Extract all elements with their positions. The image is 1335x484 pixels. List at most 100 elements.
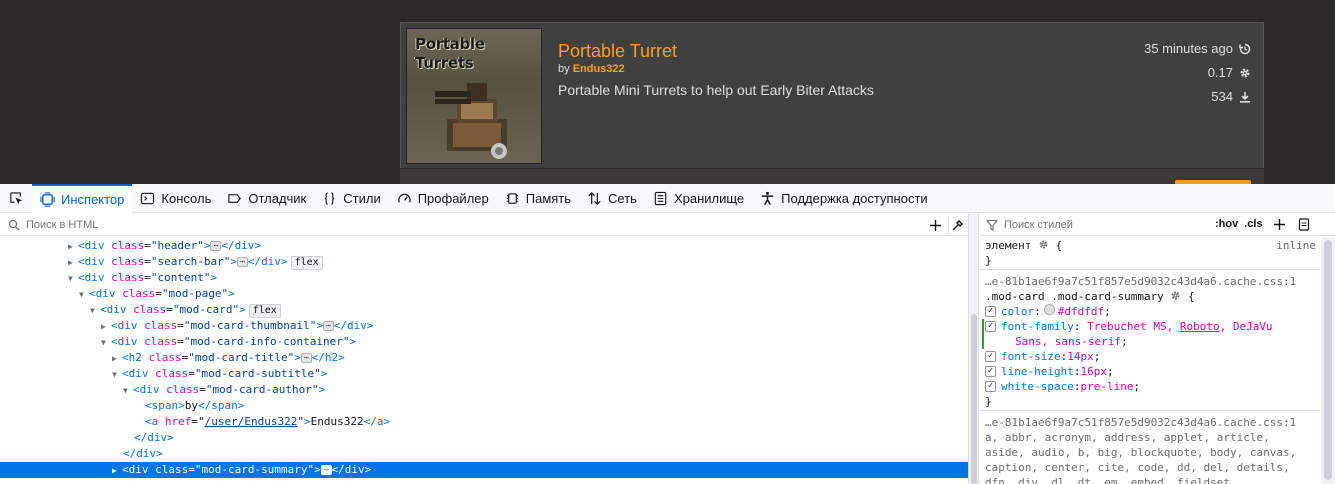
collapse-arrow-icon[interactable]: ▼ (101, 335, 111, 351)
tree-node-author-link[interactable]: <a href="/user/Endus322">Endus322</a> (0, 414, 968, 430)
collapsed-ellipsis[interactable]: ⋯ (322, 321, 334, 331)
rule-source-link[interactable]: …e-81b1ae6f9a7c51f857e5d9032c43d4a6.cach… (985, 274, 1320, 289)
tab-label: Отладчик (248, 190, 307, 206)
gear-icon[interactable] (1038, 239, 1049, 250)
tree-node-span[interactable]: <span>by</span> (0, 398, 968, 414)
mod-title[interactable]: Portable Turret (558, 41, 677, 62)
tree-node-close-subtitle[interactable]: </div> (0, 446, 968, 462)
tree-node-close-author[interactable]: </div> (0, 430, 968, 446)
tree-node-mod-card-subtitle[interactable]: ▼ <div class="mod-card-subtitle"> (0, 366, 968, 382)
markup-scrollbar-thumb[interactable] (971, 314, 977, 484)
hov-toggle[interactable]: :hov (1215, 217, 1238, 232)
collapse-arrow-icon[interactable]: ▼ (90, 303, 100, 319)
styles-search-bar: :hov .cls (980, 214, 1335, 236)
declaration-font-size: ✓ font-size: 14px; (985, 349, 1320, 364)
html-search-input[interactable] (26, 218, 906, 231)
tree-node-mod-card[interactable]: ▼ <div class="mod-card"> flex (0, 302, 968, 318)
expand-arrow-icon[interactable]: ▶ (101, 319, 111, 335)
version-text: 0.17 (1207, 65, 1233, 80)
tab-label: Стили (343, 190, 381, 206)
gear-icon (1240, 68, 1250, 77)
collapsed-ellipsis[interactable]: ⋯ (300, 353, 312, 363)
styles-search-input[interactable] (1004, 218, 1209, 231)
updated-text: 35 minutes ago (1144, 41, 1233, 56)
eyedropper-button[interactable] (948, 216, 966, 234)
declaration-checkbox[interactable]: ✓ (985, 366, 996, 377)
rule-selector[interactable]: .mod-card .mod-card-summary (985, 290, 1164, 303)
expand-arrow-icon[interactable]: ▶ (68, 255, 78, 271)
collapsed-ellipsis[interactable]: ⋯ (236, 257, 248, 267)
tree-node-mod-card-info-container[interactable]: ▼ <div class="mod-card-info-container"> (0, 334, 968, 350)
tab-memory[interactable]: Память (497, 184, 579, 213)
tab-network[interactable]: Сеть (579, 184, 645, 213)
add-node-button[interactable] (926, 216, 944, 234)
mod-card-footer (400, 168, 1264, 184)
href-link[interactable]: /user/Endus322 (205, 415, 298, 428)
collapse-arrow-icon[interactable]: ▼ (123, 383, 133, 399)
tree-node-header[interactable]: ▶ <div class="header"> ⋯ </div> (0, 238, 968, 254)
rules-scrollbar[interactable] (1321, 238, 1335, 484)
element-picker-button[interactable] (0, 184, 32, 213)
tab-inspector[interactable]: Инспектор (32, 183, 133, 213)
tree-node-search-bar[interactable]: ▶ <div class="search-bar"> ⋯ </div> flex (0, 254, 968, 270)
tab-label: Сеть (608, 190, 637, 206)
cls-toggle[interactable]: .cls (1244, 217, 1262, 232)
tab-storage[interactable]: Хранилище (645, 184, 752, 213)
mod-card: Portable Turrets Portable Turret by Endu… (400, 22, 1264, 184)
tree-node-mod-card-title[interactable]: ▶ <h2 class="mod-card-title"> ⋯ </h2> (0, 350, 968, 366)
accessibility-icon (762, 191, 774, 205)
console-icon (141, 192, 155, 204)
collapsed-ellipsis[interactable]: ⋯ (210, 241, 222, 251)
color-swatch[interactable] (1043, 304, 1055, 315)
declaration-checkbox[interactable]: ✓ (985, 351, 996, 362)
tab-debugger[interactable]: Отладчик (219, 184, 314, 213)
collapsed-ellipsis[interactable]: ⋯ (320, 465, 332, 475)
tab-console[interactable]: Консоль (132, 184, 219, 213)
gear-icon[interactable] (1170, 290, 1181, 301)
tab-label: Профайлер (417, 190, 489, 206)
expand-arrow-icon[interactable]: ▶ (68, 239, 78, 255)
reset-selector-line: aside, audio, b, big, blockquote, body, … (985, 446, 1297, 459)
network-icon (588, 191, 601, 205)
tree-node-mod-card-summary[interactable]: ▶ <div class="mod-card-summary"> ⋯ </div> (0, 462, 968, 478)
declaration-checkbox[interactable]: ✓ (985, 381, 996, 392)
tree-node-content[interactable]: ▼ <div class="content"> (0, 270, 968, 286)
flex-badge[interactable]: flex (248, 304, 281, 318)
inline-label: inline (1276, 239, 1316, 252)
rules-scrollbar-thumb[interactable] (1324, 240, 1332, 480)
rules-panel: :hov .cls элемент {inline } …e-81b1ae6f9… (980, 214, 1335, 484)
expand-arrow-icon[interactable]: ▶ (112, 351, 122, 367)
panel-splitter[interactable] (968, 214, 979, 484)
expand-arrow-icon[interactable]: ▶ (112, 463, 122, 479)
tab-label: Поддержка доступности (781, 190, 928, 206)
tree-node-mod-page[interactable]: ▼ <div class="mod-page"> (0, 286, 968, 302)
author-link[interactable]: Endus322 (573, 63, 625, 75)
profiler-icon (397, 193, 411, 202)
declaration-checkbox[interactable]: ✓ (985, 321, 996, 332)
tab-profiler[interactable]: Профайлер (389, 184, 497, 213)
rule-source-link[interactable]: …e-81b1ae6f9a7c51f857e5d9032c43d4a6.cach… (985, 415, 1320, 430)
tab-style-editor[interactable]: Стили (314, 184, 388, 213)
page-viewport: Portable Turrets Portable Turret by Endu… (0, 0, 1335, 184)
print-simulation-icon[interactable] (1298, 218, 1310, 231)
tab-label: Хранилище (673, 190, 745, 206)
collapse-arrow-icon[interactable]: ▼ (68, 271, 78, 287)
declaration-line-height: ✓ line-height: 16px; (985, 364, 1320, 379)
reset-rule: …e-81b1ae6f9a7c51f857e5d9032c43d4a6.cach… (980, 411, 1320, 484)
debugger-icon (228, 193, 242, 203)
tab-accessibility[interactable]: Поддержка доступности (752, 184, 936, 213)
tree-node-mod-card-author[interactable]: ▼ <div class="mod-card-author"> (0, 382, 968, 398)
history-icon (1239, 43, 1251, 54)
flex-badge[interactable]: flex (290, 256, 323, 270)
collapse-arrow-icon[interactable]: ▼ (112, 367, 122, 383)
tree-node-mod-card-thumbnail[interactable]: ▶ <div class="mod-card-thumbnail"> ⋯ </div> (0, 318, 968, 334)
element-picker-icon (9, 191, 22, 204)
mod-thumbnail[interactable]: Portable Turrets (406, 28, 542, 164)
updated-stat: 35 minutes ago (1144, 41, 1251, 56)
version-stat: 0.17 (1208, 65, 1251, 80)
inspector-icon (40, 191, 55, 207)
collapse-arrow-icon[interactable]: ▼ (79, 287, 89, 303)
add-rule-icon[interactable] (1273, 218, 1286, 231)
markup-panel: ▶<div class="header">⋯</div> ▶<div class… (0, 214, 968, 484)
declaration-checkbox[interactable]: ✓ (985, 306, 996, 317)
